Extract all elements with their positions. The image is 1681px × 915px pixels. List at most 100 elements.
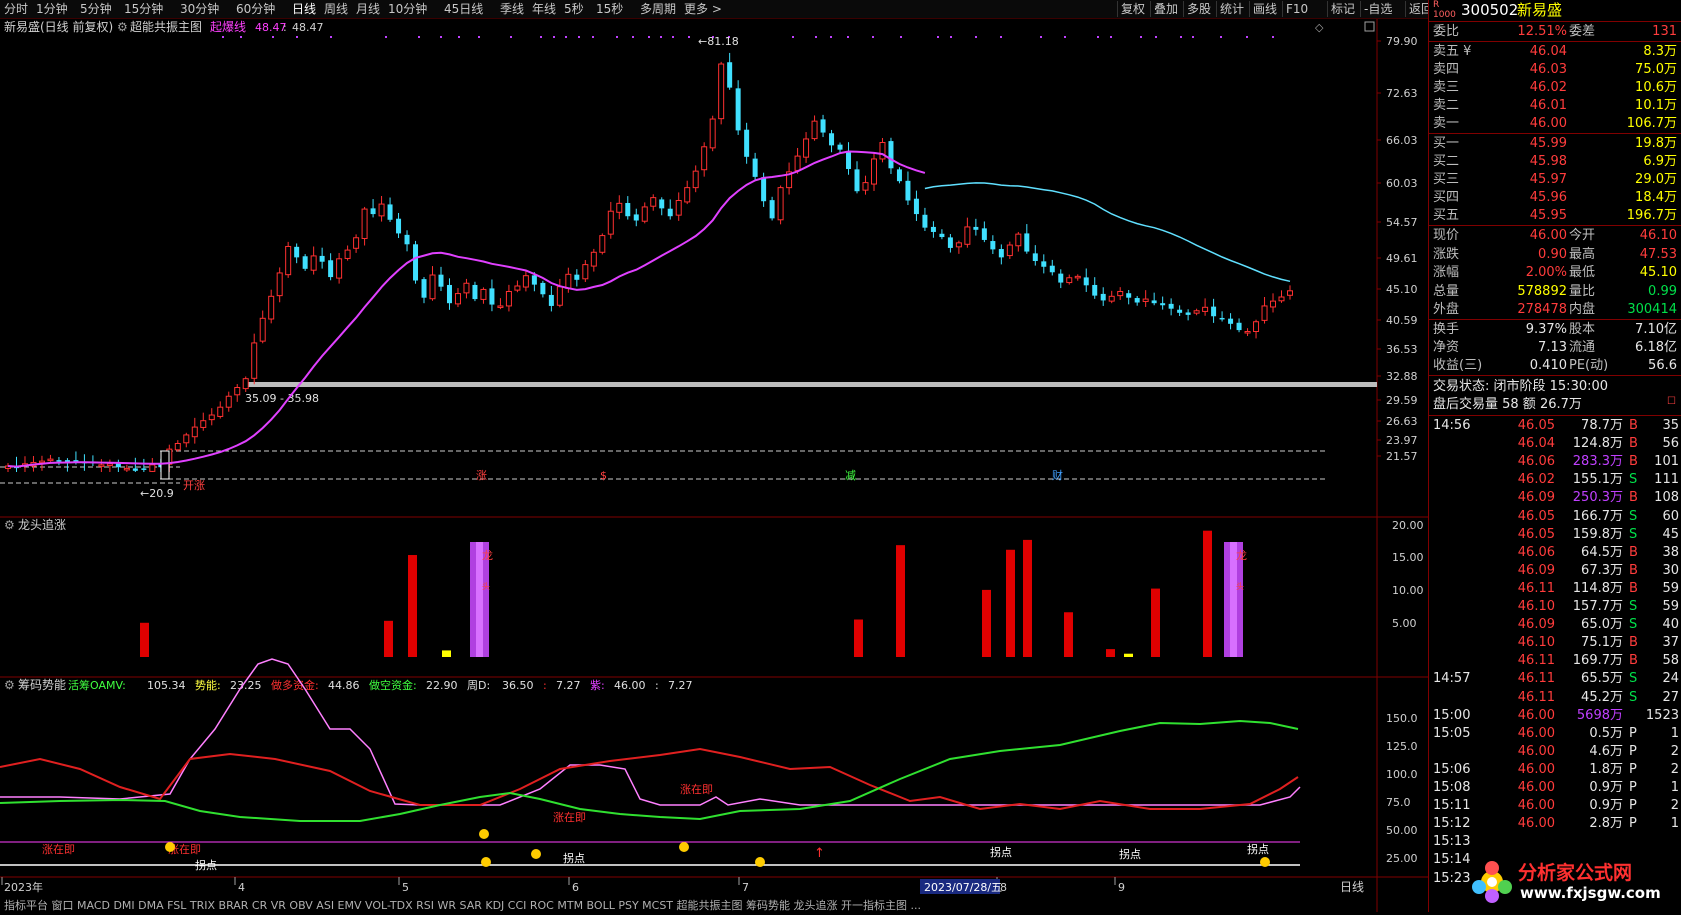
period-tab-11[interactable]: 季线 bbox=[500, 1, 524, 17]
ask-row[interactable]: 卖四 46.03 75.0万 bbox=[1429, 61, 1681, 79]
period-tab-1[interactable]: 1分钟 bbox=[36, 1, 68, 17]
stat-value: 2.00% bbox=[1525, 265, 1567, 280]
bid-price: 45.97 bbox=[1529, 172, 1567, 187]
period-tab-9[interactable]: 10分钟 bbox=[388, 1, 427, 17]
candle-body-up bbox=[1278, 296, 1285, 302]
tool-button-3[interactable]: 统计 bbox=[1216, 1, 1247, 17]
panel2-bar bbox=[982, 589, 991, 657]
signal-dot bbox=[815, 36, 817, 38]
signal-dot bbox=[478, 36, 480, 38]
period-tab-0[interactable]: 分时 bbox=[4, 1, 28, 17]
ask-row[interactable]: 卖一 46.00 106.7万 bbox=[1429, 115, 1681, 133]
candle-body-down bbox=[472, 284, 478, 300]
tick-row: 46.06 64.5万 B 38 bbox=[1429, 544, 1681, 562]
bid-row[interactable]: 买二 45.98 6.9万 bbox=[1429, 153, 1681, 171]
period-tab-15[interactable]: 多周期 bbox=[640, 1, 676, 17]
tool-button-5[interactable]: F10 bbox=[1282, 1, 1311, 17]
candle-body-up bbox=[353, 237, 360, 249]
period-tab-4[interactable]: 30分钟 bbox=[180, 1, 219, 17]
indicator-tab-bar[interactable]: 指标平台 窗口 MACD DMI DMA FSL TRIX BRAR CR VR… bbox=[4, 898, 921, 912]
candle-body-up bbox=[964, 226, 971, 245]
period-tab-7[interactable]: 周线 bbox=[324, 1, 348, 17]
period-tab-3[interactable]: 15分钟 bbox=[124, 1, 163, 17]
collapse-icon[interactable]: ◇ bbox=[1315, 21, 1324, 34]
tick-price: 46.09 bbox=[1517, 562, 1555, 578]
candle-body-up bbox=[1108, 295, 1115, 302]
tool-button-1[interactable]: 叠加 bbox=[1150, 1, 1181, 17]
panel2-bar bbox=[1151, 588, 1160, 657]
kline-chart-svg[interactable]: 新易盛(日线 前复权) ⚙ 超能共振主图 起爆线 48.47 : 48.47 ◇… bbox=[0, 19, 1428, 912]
period-tab-13[interactable]: 5秒 bbox=[564, 1, 584, 17]
tick-volume: 157.7万 bbox=[1572, 599, 1623, 614]
candle-body-up bbox=[242, 378, 249, 390]
gear-icon[interactable]: ⚙ bbox=[117, 20, 128, 34]
tick-count: 59 bbox=[1662, 599, 1679, 614]
expand-icon[interactable]: ☐ bbox=[1667, 396, 1676, 407]
tool-button-2[interactable]: 多股 bbox=[1183, 1, 1214, 17]
main-indicator-name[interactable]: 超能共振主图 bbox=[130, 19, 202, 34]
panel3-legend-label: 势能: bbox=[195, 678, 221, 692]
tool-button-6[interactable]: 标记 bbox=[1327, 1, 1358, 17]
ask-row[interactable]: 卖五 ¥ 46.04 8.3万 bbox=[1429, 43, 1681, 61]
candle-body-up bbox=[522, 275, 529, 288]
candle-body-down bbox=[1219, 317, 1225, 320]
candle-body-up bbox=[590, 251, 597, 267]
period-tab-14[interactable]: 15秒 bbox=[596, 1, 623, 17]
stat-label: 涨幅 bbox=[1433, 265, 1460, 280]
tick-price: 46.05 bbox=[1517, 508, 1555, 524]
tick-volume: 45.2万 bbox=[1581, 689, 1623, 705]
candle-body-down bbox=[735, 88, 741, 131]
tool-button-0[interactable]: 复权 bbox=[1117, 1, 1148, 17]
period-tab-10[interactable]: 45日线 bbox=[444, 1, 483, 17]
candle-body-down bbox=[947, 237, 953, 248]
period-tab-16[interactable]: 更多 > bbox=[684, 1, 722, 17]
signal-dot bbox=[1246, 36, 1248, 38]
candle-body-down bbox=[1160, 303, 1166, 306]
panel2-bar bbox=[1064, 612, 1073, 657]
candle-body-up bbox=[505, 291, 512, 307]
panel2-axis-label: 20.00 bbox=[1392, 519, 1424, 532]
bid-row[interactable]: 买五 45.95 196.7万 bbox=[1429, 207, 1681, 225]
tool-button-7[interactable]: -自选 bbox=[1360, 1, 1395, 17]
tick-row: 15:12 46.00 2.8万 P 1 bbox=[1429, 815, 1681, 833]
tick-count: 58 bbox=[1662, 653, 1679, 669]
price-axis-label: 29.59 bbox=[1386, 394, 1418, 407]
tool-button-4[interactable]: 画线 bbox=[1249, 1, 1280, 17]
candle-body-down bbox=[141, 468, 147, 470]
bid-row[interactable]: 买三 45.97 29.0万 bbox=[1429, 171, 1681, 189]
stat-value: 0.99 bbox=[1648, 283, 1677, 299]
tick-row: 15:08 46.00 0.9万 P 1 bbox=[1429, 779, 1681, 797]
watermark: 分析家公式网 www.fxjsgw.com bbox=[1470, 852, 1681, 912]
period-tab-8[interactable]: 月线 bbox=[356, 1, 380, 17]
candle-body-down bbox=[370, 208, 376, 215]
stat-label: 内盘 bbox=[1569, 302, 1596, 317]
candle-body-down bbox=[922, 214, 928, 228]
stat-label: 量比 bbox=[1569, 283, 1596, 299]
bid-row[interactable]: 买一 45.99 19.8万 bbox=[1429, 135, 1681, 153]
period-tab-6[interactable]: 日线 bbox=[292, 1, 316, 17]
tick-count: 101 bbox=[1654, 454, 1679, 470]
candle-body-up bbox=[106, 463, 113, 466]
period-tab-5[interactable]: 60分钟 bbox=[236, 1, 275, 17]
signal-dot bbox=[688, 36, 690, 38]
stat2-value: 9.37% bbox=[1525, 322, 1567, 337]
tick-row: 15:00 46.00 5698万 1523 bbox=[1429, 707, 1681, 725]
date-axis-label: 6 bbox=[572, 881, 579, 894]
bid-row[interactable]: 买四 45.96 18.4万 bbox=[1429, 189, 1681, 207]
ask-label: 卖三 bbox=[1433, 80, 1460, 95]
panel3-annotation: 拐点 bbox=[563, 851, 585, 865]
signal-dot bbox=[632, 36, 634, 38]
chart-area[interactable]: 新易盛(日线 前复权) ⚙ 超能共振主图 起爆线 48.47 : 48.47 ◇… bbox=[0, 19, 1428, 912]
stat-label: 今开 bbox=[1569, 228, 1596, 243]
period-tab-2[interactable]: 5分钟 bbox=[80, 1, 112, 17]
ask-row[interactable]: 卖三 46.02 10.6万 bbox=[1429, 79, 1681, 97]
panel3-gear-icon[interactable]: ⚙ bbox=[4, 678, 15, 692]
ask-row[interactable]: 卖二 46.01 10.1万 bbox=[1429, 97, 1681, 115]
indicator-line-label: 起爆线 bbox=[210, 20, 246, 34]
period-tab-12[interactable]: 年线 bbox=[532, 1, 556, 17]
weibi-value: 12.51% bbox=[1517, 24, 1567, 39]
signal-dot bbox=[1272, 36, 1274, 38]
candle-body-up bbox=[1287, 290, 1293, 296]
signal-dot bbox=[1192, 36, 1194, 38]
panel2-gear-icon[interactable]: ⚙ bbox=[4, 518, 15, 532]
